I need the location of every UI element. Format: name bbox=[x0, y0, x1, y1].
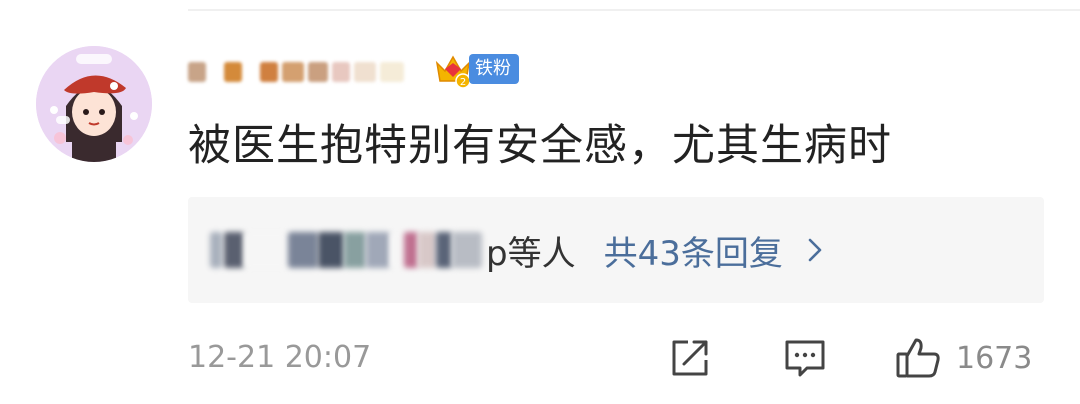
share-icon bbox=[672, 340, 708, 376]
replies-names bbox=[210, 232, 482, 268]
chevron-right-icon bbox=[808, 238, 822, 262]
replies-preview[interactable]: p等人 共43条回复 bbox=[188, 197, 1044, 303]
thumbs-up-icon bbox=[896, 338, 940, 378]
username-blur bbox=[188, 62, 206, 82]
like-count: 1673 bbox=[956, 340, 1033, 376]
avatar[interactable] bbox=[36, 46, 152, 162]
username[interactable] bbox=[188, 58, 408, 86]
crown-icon: 2 bbox=[435, 55, 471, 89]
fan-badge[interactable]: 2 铁粉 bbox=[433, 50, 519, 89]
comment-text: 被医生抱特别有安全感，尤其生病时 bbox=[188, 121, 892, 171]
like-button[interactable]: 1673 bbox=[894, 334, 1032, 382]
fan-badge-label: 铁粉 bbox=[469, 54, 519, 84]
timestamp: 12-21 20:07 bbox=[188, 340, 372, 375]
replies-names-suffix: p等人 bbox=[486, 233, 576, 274]
comment-button[interactable] bbox=[782, 334, 828, 382]
top-divider bbox=[188, 9, 1080, 11]
badge-level: 2 bbox=[460, 77, 466, 88]
share-button[interactable] bbox=[668, 334, 712, 382]
replies-count-link[interactable]: 共43条回复 bbox=[604, 226, 783, 275]
comment-icon bbox=[785, 340, 825, 377]
